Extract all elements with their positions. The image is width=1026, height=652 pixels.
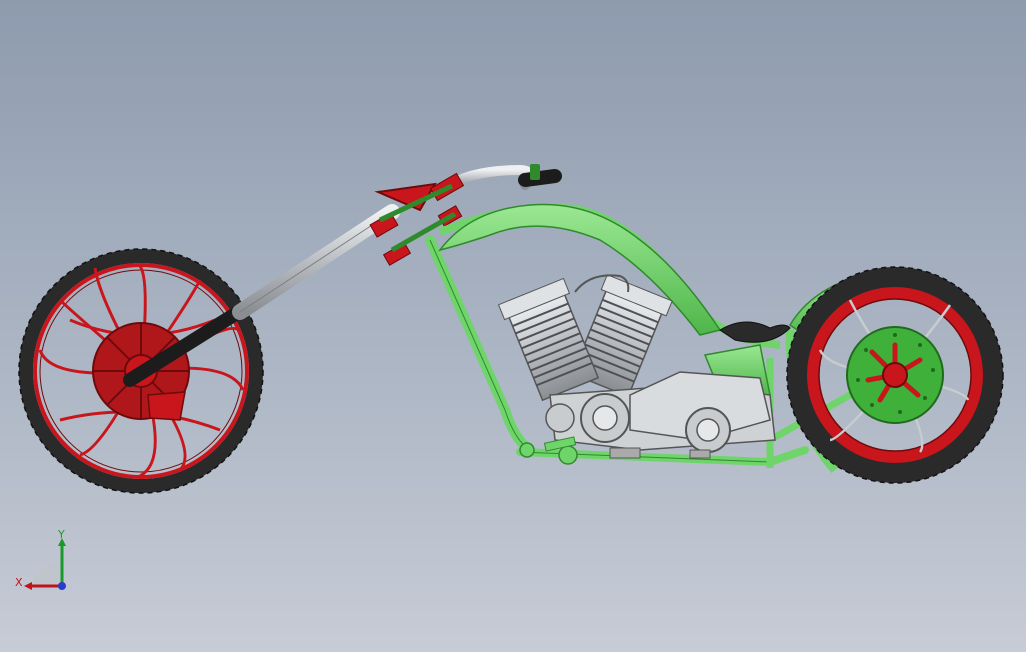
chopper-motorcycle-model[interactable]: [0, 0, 1026, 652]
seat[interactable]: [719, 321, 791, 343]
foot-controls[interactable]: [519, 436, 578, 465]
graphics-viewport[interactable]: Y X: [0, 0, 1026, 652]
fuel-tank[interactable]: [438, 203, 722, 336]
front-brake-caliper: [147, 391, 186, 421]
x-axis-arrow: [24, 582, 32, 590]
axis-triad[interactable]: Y X: [12, 528, 76, 598]
z-axis-dot: [58, 582, 66, 590]
triad-plane: [32, 564, 60, 586]
y-axis-label: Y: [57, 528, 65, 541]
x-axis-label: X: [15, 576, 23, 589]
rear-wheel[interactable]: [786, 266, 1004, 484]
